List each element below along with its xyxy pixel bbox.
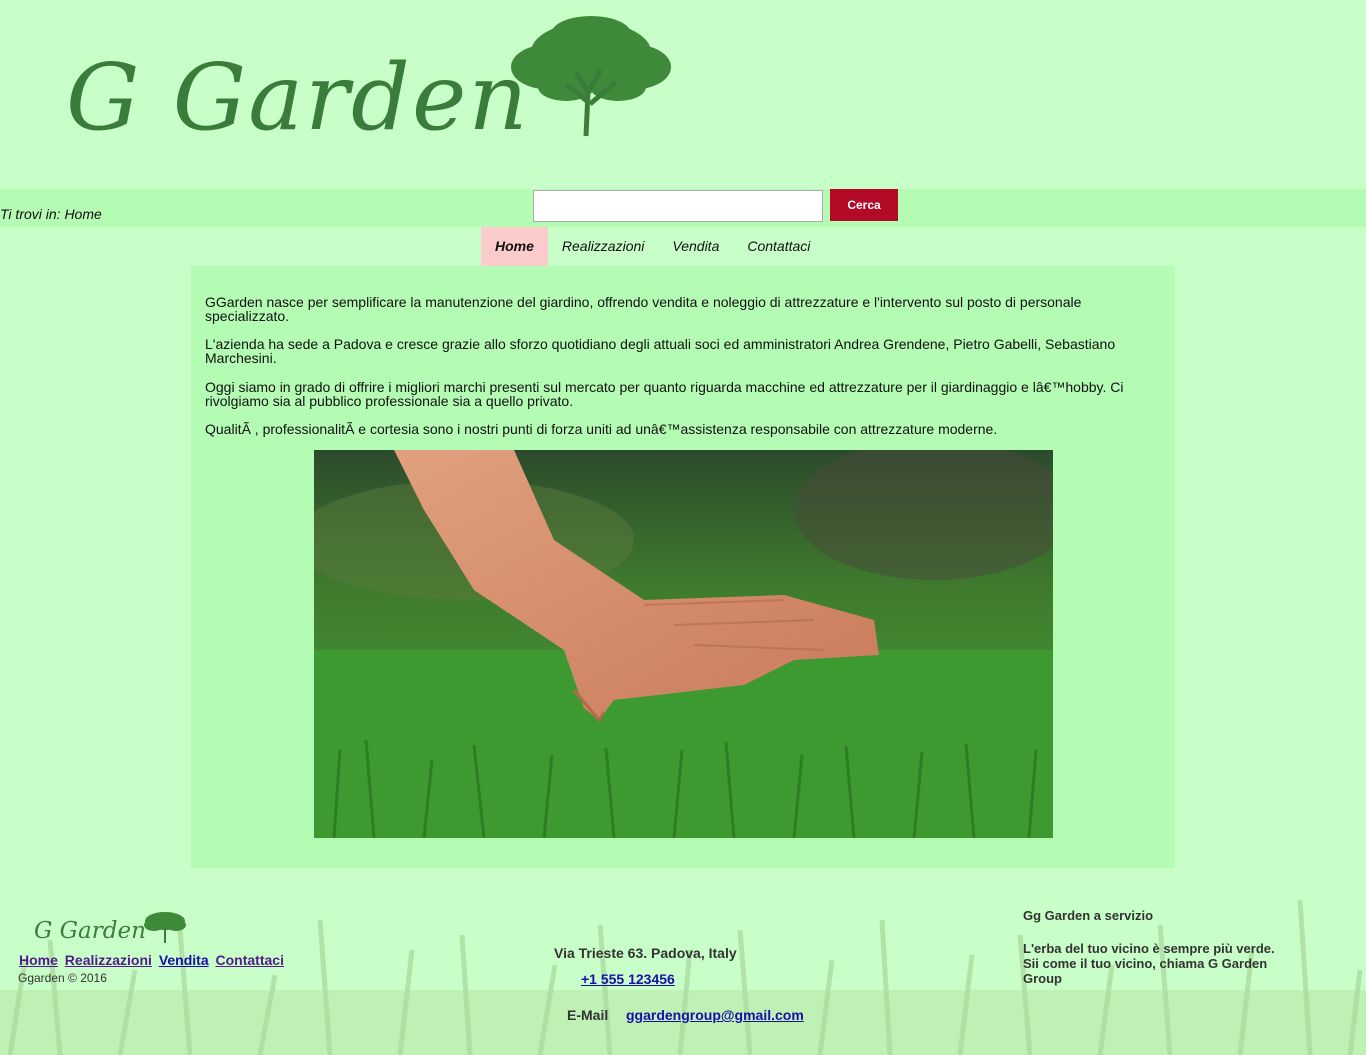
email-label: E-Mail <box>567 1007 609 1023</box>
footer-tree-icon <box>144 912 186 943</box>
company-paragraph: L'azienda ha sede a Padova e cresce graz… <box>205 336 1116 366</box>
nav-item-contattaci[interactable]: Contattaci <box>733 227 824 266</box>
main-content: GGarden nasce per semplificare la manute… <box>191 266 1175 868</box>
nav-item-realizzazioni[interactable]: Realizzazioni <box>548 227 658 266</box>
offer-paragraph: Oggi siamo in grado di offrire i miglior… <box>205 379 1124 409</box>
footer-link-realizzazioni[interactable]: Realizzazioni <box>65 952 152 968</box>
footer-logo-text[interactable]: G Garden <box>34 918 146 944</box>
nav-item-home[interactable]: Home <box>481 227 548 266</box>
hand-on-grass-photo <box>314 450 1053 838</box>
footer-link-contattaci[interactable]: Contattaci <box>216 952 284 968</box>
search-button[interactable]: Cerca <box>830 189 898 221</box>
tagline-title: Gg Garden a servizio <box>1023 908 1154 923</box>
search-input[interactable] <box>533 190 823 222</box>
copyright: Ggarden © 2016 <box>18 971 107 985</box>
email-link[interactable]: ggardengroup@gmail.com <box>626 1007 804 1023</box>
intro-paragraph: GGarden nasce per semplificare la manute… <box>205 294 1082 324</box>
address: Via Trieste 63. Padova, Italy <box>554 945 737 961</box>
tagline-text: L'erba del tuo vicino è sempre più verde… <box>1023 941 1275 986</box>
footer-link-home[interactable]: Home <box>19 952 58 968</box>
breadcrumb: Ti trovi in: Home <box>0 206 102 222</box>
footer-link-vendita[interactable]: Vendita <box>159 952 209 968</box>
phone-link[interactable]: +1 555 123456 <box>581 971 675 987</box>
search-bar: Ti trovi in: Home Cerca <box>0 189 1366 227</box>
main-nav: Home Realizzazioni Vendita Contattaci <box>481 227 824 266</box>
logo-text[interactable]: G Garden <box>66 52 530 144</box>
quality-paragraph: QualitÃ , professionalitÃ e cortesia son… <box>205 421 998 437</box>
tree-logo-icon <box>511 16 671 137</box>
site-footer: G Garden Home Realizzazioni Vendita Cont… <box>0 880 1366 1055</box>
site-header: G Garden <box>0 0 1366 189</box>
nav-item-vendita[interactable]: Vendita <box>658 227 733 266</box>
footer-links: Home Realizzazioni Vendita Contattaci <box>19 952 287 968</box>
